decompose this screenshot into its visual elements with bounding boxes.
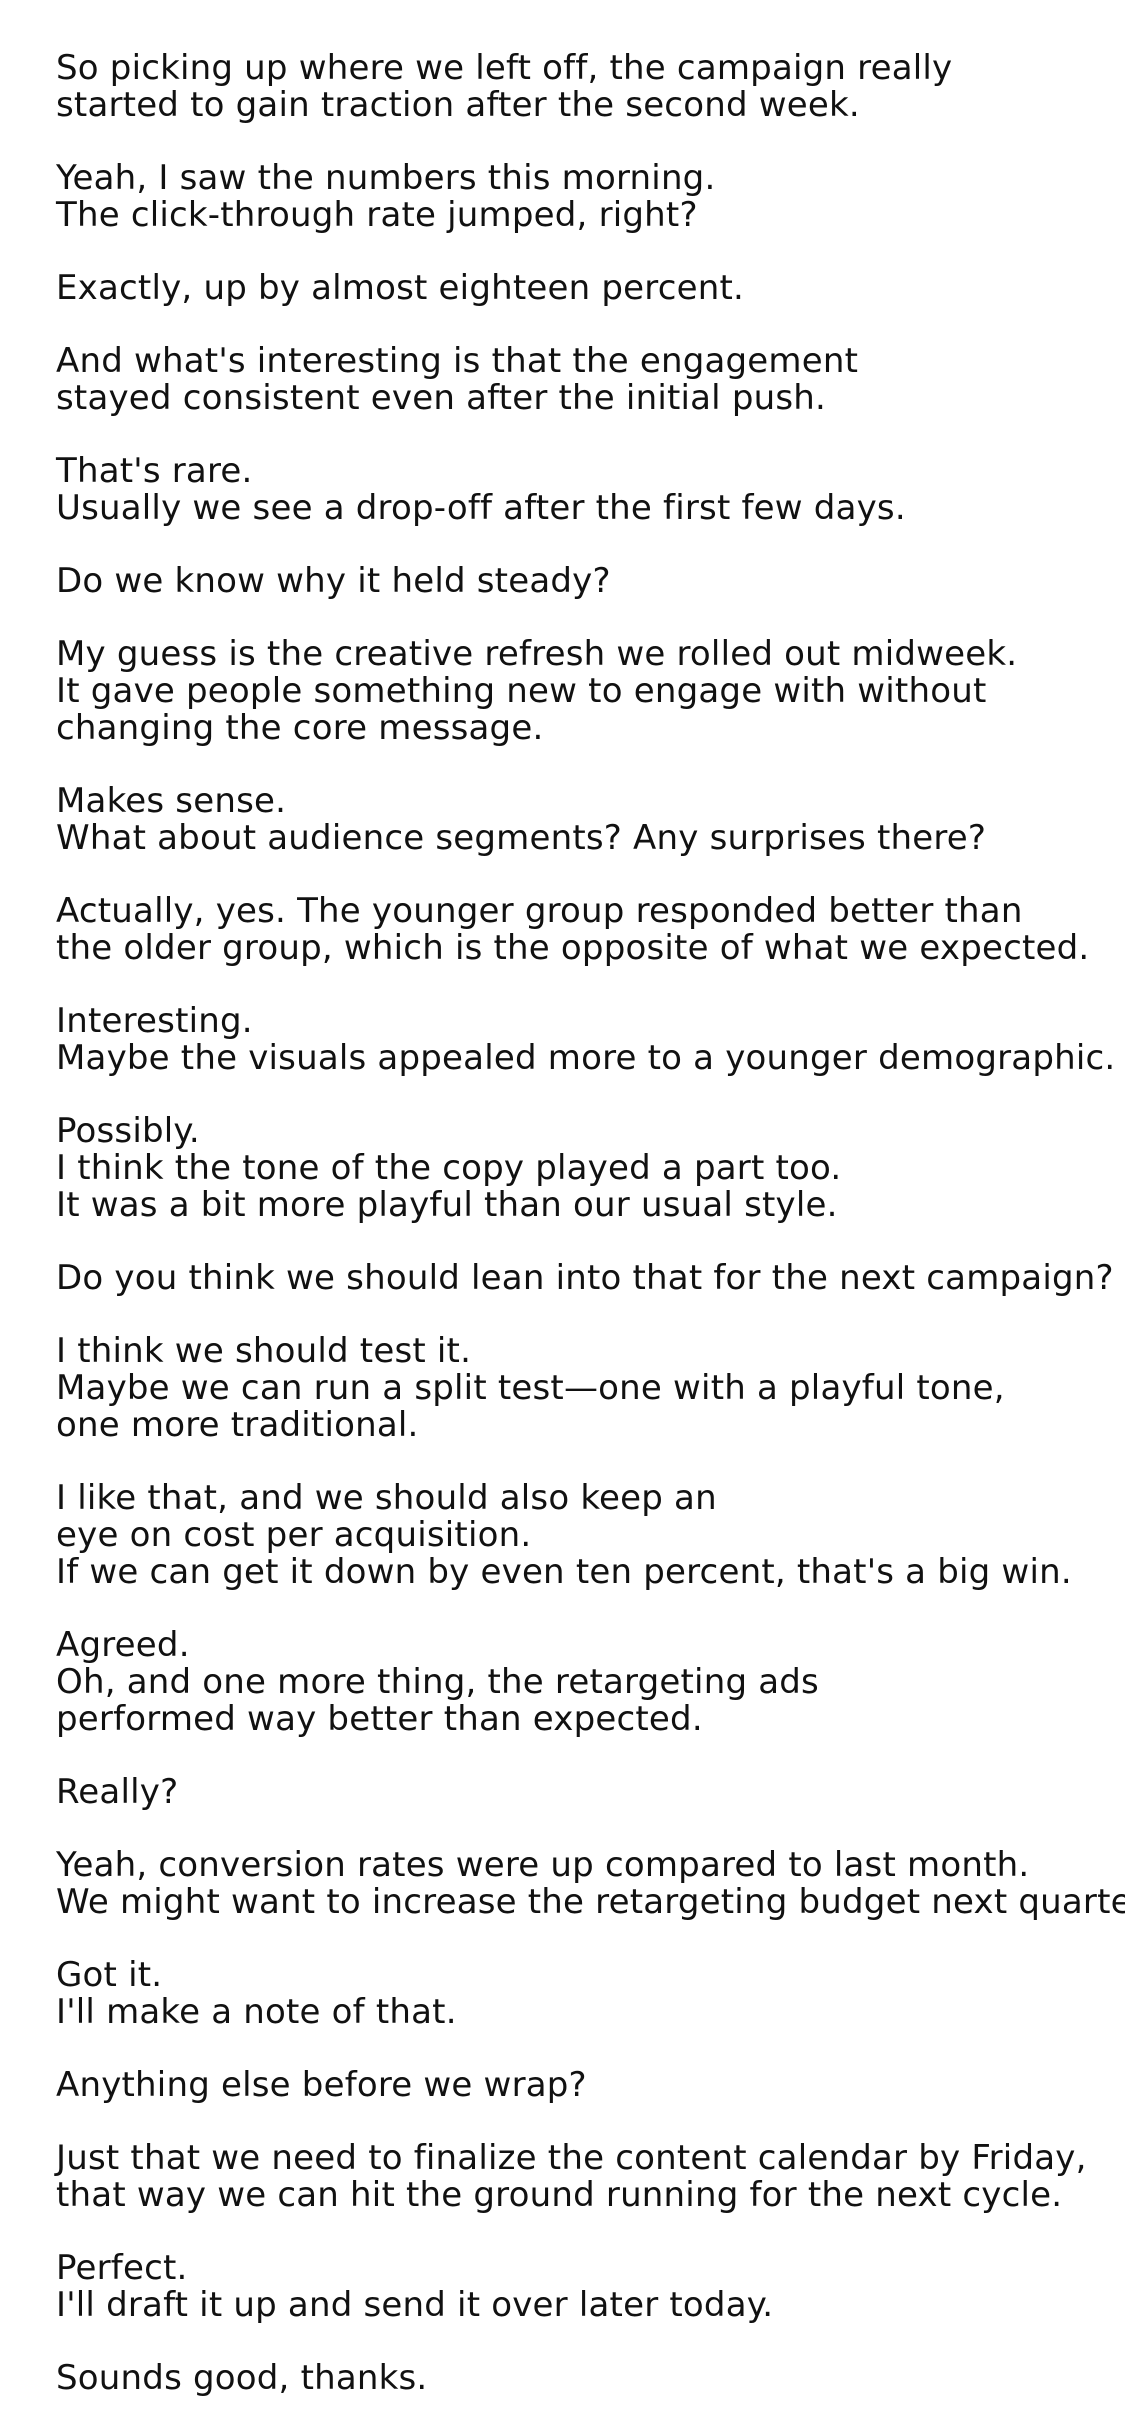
line-4-1: And what's interesting is that the engag… [56, 341, 859, 381]
line-8-2: What about audience segments? Any surpri… [56, 818, 987, 858]
paragraph-9: Actually, yes. The younger group respond… [56, 893, 1116, 967]
line-9-2: the older group, which is the opposite o… [56, 928, 1090, 968]
paragraph-11: Possibly. I think the tone of the copy p… [56, 1113, 1116, 1224]
paragraph-13: I think we should test it. Maybe we can … [56, 1333, 1116, 1444]
line-20-1: Just that we need to finalize the conten… [56, 2138, 1087, 2178]
paragraph-3: Exactly, up by almost eighteen percent. [56, 270, 1116, 307]
line-14-1: I like that, and we should also keep an [56, 1478, 717, 1518]
paragraph-19: Anything else before we wrap? [56, 2067, 1116, 2104]
line-5-1: That's rare. [56, 451, 253, 491]
line-2-2: The click-through rate jumped, right? [56, 195, 698, 235]
paragraph-16: Really? [56, 1774, 1116, 1811]
line-21-2: I'll draft it up and send it over later … [56, 2285, 774, 2325]
paragraph-5: That's rare. Usually we see a drop-off a… [56, 453, 1116, 527]
line-18-1: Got it. [56, 1955, 163, 1995]
paragraph-17: Yeah, conversion rates were up compared … [56, 1845, 1125, 1922]
line-16-1: Really? [56, 1772, 179, 1812]
line-13-2: Maybe we can run a split test—one with a… [56, 1368, 1005, 1408]
line-15-1: Agreed. [56, 1625, 190, 1665]
line-22-1: Sounds good, thanks. [56, 2358, 428, 2398]
line-9-1: Actually, yes. The younger group respond… [56, 891, 1023, 931]
line-15-3: performed way better than expected. [56, 1699, 703, 1739]
line-19-1: Anything else before we wrap? [56, 2065, 587, 2105]
line-7-2: It gave people something new to engage w… [56, 671, 987, 711]
paragraph-15: Agreed. Oh, and one more thing, the reta… [56, 1627, 1116, 1738]
line-8-1: Makes sense. [56, 781, 287, 821]
paragraph-21: Perfect. I'll draft it up and send it ov… [56, 2250, 1116, 2324]
line-18-2: I'll make a note of that. [56, 1992, 457, 2032]
line-4-2: stayed consistent even after the initial… [56, 378, 827, 418]
paragraph-1: So picking up where we left off, the cam… [56, 50, 1116, 124]
line-1-1: So picking up where we left off, the cam… [56, 48, 953, 88]
line-2-1: Yeah, I saw the numbers this morning. [56, 158, 716, 198]
paragraph-6: Do we know why it held steady? [56, 563, 1116, 600]
line-10-1: Interesting. [56, 1001, 253, 1041]
line-17-1: Yeah, conversion rates were up compared … [56, 1845, 1030, 1885]
line-13-1: I think we should test it. [56, 1331, 472, 1371]
paragraph-4: And what's interesting is that the engag… [56, 343, 1116, 417]
paragraph-20: Just that we need to finalize the conten… [56, 2140, 1116, 2214]
line-10-2: Maybe the visuals appealed more to a you… [56, 1038, 1116, 1078]
line-1-2: started to gain traction after the secon… [56, 85, 860, 125]
line-5-2: Usually we see a drop-off after the firs… [56, 488, 906, 528]
paragraph-8: Makes sense. What about audience segment… [56, 783, 1116, 857]
line-17-2: We might want to increase the retargetin… [56, 1882, 1125, 1922]
line-15-2: Oh, and one more thing, the retargeting … [56, 1662, 819, 1702]
paragraph-18: Got it. I'll make a note of that. [56, 1957, 1116, 2031]
paragraph-14: I like that, and we should also keep an … [56, 1480, 1116, 1591]
line-11-2: I think the tone of the copy played a pa… [56, 1148, 842, 1188]
line-12-1: Do you think we should lean into that fo… [56, 1258, 1114, 1298]
line-20-2: that way we can hit the ground running f… [56, 2175, 1063, 2215]
line-6-1: Do we know why it held steady? [56, 561, 611, 601]
paragraph-22: Sounds good, thanks. [56, 2360, 1116, 2397]
line-14-3: If we can get it down by even ten percen… [56, 1552, 1072, 1592]
line-11-3: It was a bit more playful than our usual… [56, 1185, 838, 1225]
line-3-1: Exactly, up by almost eighteen percent. [56, 268, 744, 308]
line-21-1: Perfect. [56, 2248, 188, 2288]
line-7-1: My guess is the creative refresh we roll… [56, 634, 1018, 674]
paragraph-7: My guess is the creative refresh we roll… [56, 636, 1116, 747]
line-14-2: eye on cost per acquisition. [56, 1515, 532, 1555]
paragraph-10: Interesting. Maybe the visuals appealed … [56, 1003, 1116, 1077]
paragraph-12: Do you think we should lean into that fo… [56, 1260, 1116, 1297]
line-11-1: Possibly. [56, 1111, 200, 1151]
line-7-3: changing the core message. [56, 708, 544, 748]
line-13-3: one more traditional. [56, 1405, 419, 1445]
transcript-document: So picking up where we left off, the cam… [56, 50, 1125, 2433]
paragraph-2: Yeah, I saw the numbers this morning. Th… [56, 160, 1116, 234]
